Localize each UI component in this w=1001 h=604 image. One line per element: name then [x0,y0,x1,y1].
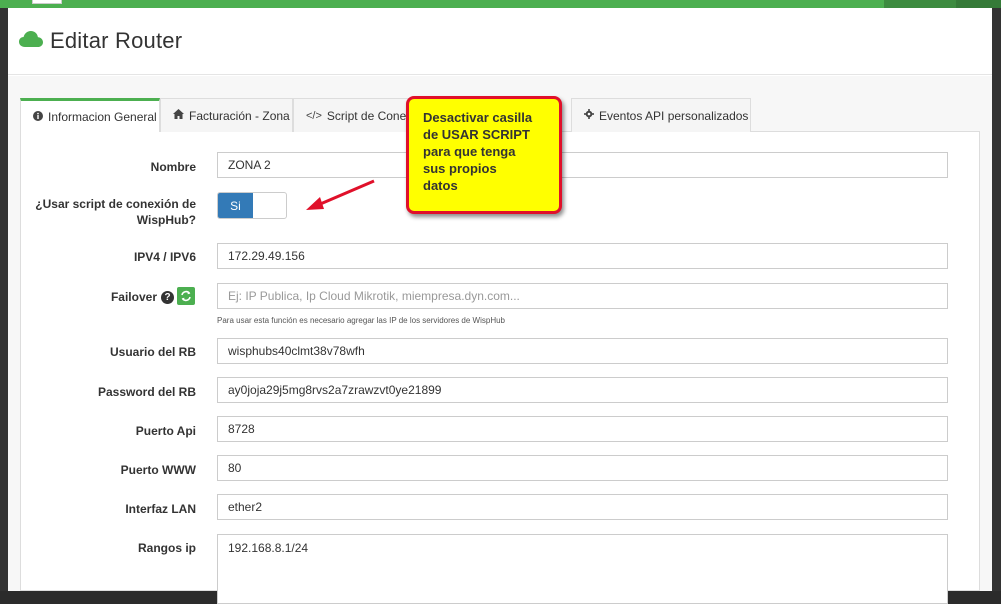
callout-line: Desactivar casilla [423,110,533,125]
interfaz-lan-label: Interfaz LAN [125,502,196,516]
callout-line: de USAR SCRIPT [423,127,530,142]
puerto-api-field[interactable]: 8728 [217,416,948,442]
failover-help-text: Para usar esta función es necesario agre… [217,316,506,325]
question-icon[interactable]: ? [161,291,174,305]
ip-field[interactable]: 172.29.49.156 [217,243,948,269]
refresh-icon[interactable] [177,287,195,305]
top-bar-segment [884,0,956,8]
toggle-on-label: Si [218,193,253,218]
usar-script-toggle[interactable]: Si [217,192,287,219]
left-edge [0,8,8,591]
nombre-label: Nombre [150,160,196,174]
top-bar-segment [956,0,1001,8]
rangos-ip-field[interactable]: 192.168.8.1/24 [217,534,948,604]
top-bar-tab [32,0,62,4]
usuario-field[interactable]: wisphubs40clmt38v78wfh [217,338,948,364]
usar-script-label-line1: ¿Usar script de conexión de [35,197,196,211]
annotation-callout: Desactivar casilla de USAR SCRIPT para q… [406,96,562,214]
failover-label: Failover? [21,289,174,305]
usar-script-label: ¿Usar script de conexión de WispHub? [21,196,196,228]
tab-eventos-api[interactable]: Eventos API personalizados [571,98,751,132]
tab-label: Facturación - Zona [189,108,290,123]
puerto-www-label: Puerto WWW [120,463,196,477]
gear-icon [584,109,594,122]
code-icon: </> [306,109,322,122]
rangos-ip-label: Rangos ip [137,541,196,555]
tab-label: Informacion General [48,110,157,124]
usuario-label: Usuario del RB [109,345,196,359]
annotation-arrow [306,179,375,210]
tab-label: Script de Conexió [326,108,416,123]
callout-line: para que tenga [423,144,516,159]
callout-line: datos [423,178,458,193]
ip-label: IPV4 / IPV6 [133,250,196,264]
password-label: Password del RB [97,385,196,399]
tab-script-conexion[interactable]: </> Script de Conexió [293,98,416,132]
failover-label-text: Failover [110,290,157,304]
puerto-www-field[interactable]: 80 [217,455,948,481]
page-header: Editar Router [8,8,992,75]
puerto-api-label: Puerto Api [135,424,196,438]
cloud-icon [19,31,43,52]
home-icon [173,109,184,122]
info-icon [33,110,43,124]
tab-label: Eventos API personalizados [599,108,749,123]
usar-script-label-line2: WispHub? [136,213,196,227]
interfaz-lan-field[interactable]: ether2 [217,494,948,520]
tab-facturacion-zona[interactable]: Facturación - Zona [160,98,293,132]
nombre-field[interactable]: ZONA 2 [217,152,948,178]
failover-field[interactable]: Ej: IP Publica, Ip Cloud Mikrotik, miemp… [217,283,948,309]
callout-line: sus propios [423,161,497,176]
top-bar [0,0,1001,8]
password-field[interactable]: ay0joja29j5mg8rvs2a7zrawzvt0ye21899 [217,377,948,403]
tab-informacion-general[interactable]: Informacion General [20,98,160,133]
right-edge [992,8,1001,591]
page-title: Editar Router [50,28,183,53]
